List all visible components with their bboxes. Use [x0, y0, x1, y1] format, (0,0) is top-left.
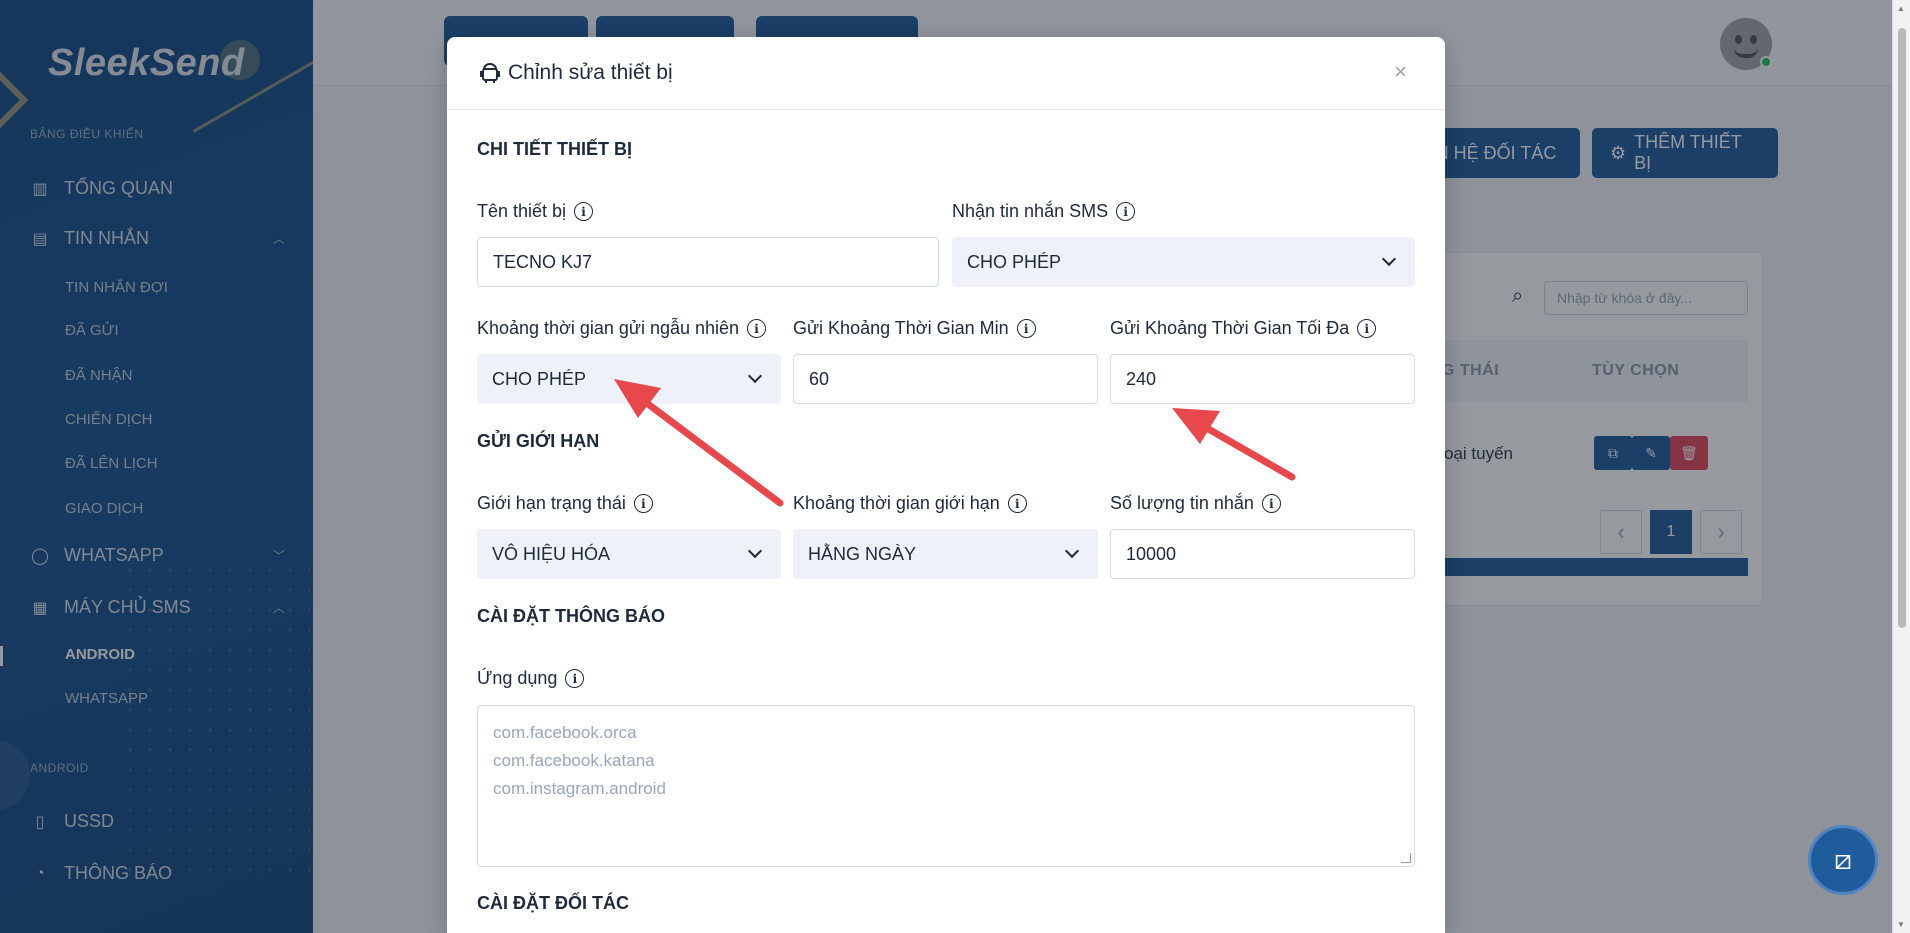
scroll-up-icon[interactable]: ▲ — [1897, 4, 1905, 13]
select-value: CHO PHÉP — [967, 251, 1062, 272]
label-text: Gửi Khoảng Thời Gian Tối Đa — [1110, 318, 1350, 338]
scrollbar-thumb[interactable] — [1898, 28, 1906, 628]
info-icon[interactable]: i — [574, 202, 594, 221]
chevron-down-icon — [1064, 543, 1080, 559]
translate-icon: ⧄ — [1834, 843, 1852, 875]
chevron-down-icon — [1381, 251, 1397, 267]
apps-textarea[interactable]: com.facebook.orca com.facebook.katana co… — [477, 705, 1415, 867]
label-text: Số lượng tin nhắn — [1110, 493, 1254, 513]
limit-status-label: Giới hạn trạng thái i — [477, 493, 653, 514]
label-text: Ứng dụng — [477, 668, 558, 688]
page-scrollbar[interactable]: ▲ ▼ — [1892, 0, 1910, 933]
translate-fab-button[interactable]: ⧄ — [1808, 825, 1878, 895]
info-icon[interactable]: i — [1016, 319, 1036, 338]
select-value: HẰNG NGÀY — [808, 543, 917, 564]
section-partner-settings: CÀI ĐẶT ĐỐI TÁC — [477, 893, 629, 913]
section-send-limit: GỬI GIỚI HẠN — [477, 431, 600, 451]
chevron-down-icon — [747, 543, 763, 559]
info-icon[interactable]: i — [1007, 494, 1027, 513]
scroll-down-icon[interactable]: ▼ — [1897, 920, 1905, 929]
min-interval-field[interactable]: 60 — [793, 354, 1098, 404]
label-text: Gửi Khoảng Thời Gian Min — [793, 318, 1009, 338]
receive-sms-select[interactable]: CHO PHÉP — [952, 237, 1415, 287]
edit-device-modal: Chỉnh sửa thiết bị × CHI TIẾT THIẾT BỊ T… — [447, 37, 1445, 933]
modal-title: Chỉnh sửa thiết bị — [508, 61, 673, 84]
placeholder-line: com.instagram.android — [493, 779, 666, 798]
device-name-field[interactable]: TECNO KJ7 — [477, 237, 939, 287]
modal-header: Chỉnh sửa thiết bị × — [447, 37, 1445, 110]
receive-sms-label: Nhận tin nhắn SMS i — [952, 201, 1136, 222]
random-interval-select[interactable]: CHO PHÉP — [477, 354, 781, 404]
chevron-down-icon — [747, 368, 763, 384]
limit-status-select[interactable]: VÔ HIỆU HÓA — [477, 529, 781, 579]
apps-label: Ứng dụng i — [477, 668, 585, 689]
message-count-field[interactable]: 10000 — [1110, 529, 1415, 579]
info-icon[interactable]: i — [1261, 494, 1281, 513]
placeholder-line: com.facebook.katana — [493, 751, 655, 770]
select-value: VÔ HIỆU HÓA — [492, 543, 611, 564]
random-interval-label: Khoảng thời gian gửi ngẫu nhiên i — [477, 318, 767, 339]
placeholder-line: com.facebook.orca — [493, 723, 637, 742]
android-icon — [480, 63, 500, 83]
limit-interval-select[interactable]: HẰNG NGÀY — [793, 529, 1098, 579]
info-icon[interactable]: i — [565, 669, 585, 688]
min-interval-label: Gửi Khoảng Thời Gian Min i — [793, 318, 1036, 339]
label-text: Khoảng thời gian gửi ngẫu nhiên — [477, 318, 740, 338]
section-device-details: CHI TIẾT THIẾT BỊ — [477, 139, 632, 159]
close-icon[interactable]: × — [1394, 59, 1407, 85]
label-text: Tên thiết bị — [477, 201, 567, 221]
message-count-label: Số lượng tin nhắn i — [1110, 493, 1281, 514]
info-icon[interactable]: i — [747, 319, 767, 338]
device-name-label: Tên thiết bị i — [477, 201, 594, 222]
limit-interval-label: Khoảng thời gian giới hạn i — [793, 493, 1027, 514]
info-icon[interactable]: i — [633, 494, 653, 513]
info-icon[interactable]: i — [1116, 202, 1136, 221]
label-text: Nhận tin nhắn SMS — [952, 201, 1109, 221]
label-text: Giới hạn trạng thái — [477, 493, 626, 513]
resize-handle[interactable] — [1401, 853, 1411, 863]
info-icon[interactable]: i — [1357, 319, 1377, 338]
max-interval-label: Gửi Khoảng Thời Gian Tối Đa i — [1110, 318, 1377, 339]
label-text: Khoảng thời gian giới hạn — [793, 493, 1000, 513]
select-value: CHO PHÉP — [492, 368, 587, 389]
max-interval-field[interactable]: 240 — [1110, 354, 1415, 404]
section-notification-settings: CÀI ĐẶT THÔNG BÁO — [477, 606, 665, 626]
